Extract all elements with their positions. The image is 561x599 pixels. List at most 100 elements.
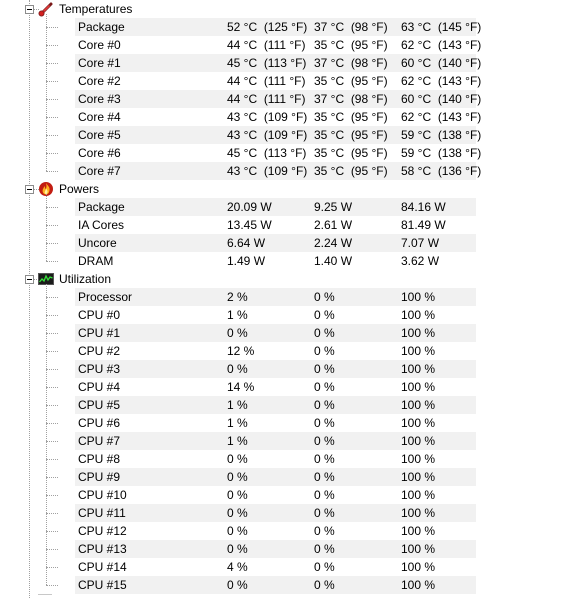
sensor-row[interactable]: Package 52 °C (125 °F) 37 °C (98 °F) 63 °C …	[0, 18, 561, 36]
sensor-value: 1.49 W	[227, 254, 266, 268]
sensor-max: 100 %	[401, 308, 436, 322]
sensor-row[interactable]: CPU #12 0 % 0 % 100 %	[0, 522, 561, 540]
sensor-min: 2.24 W	[314, 236, 353, 250]
sensor-row[interactable]: DRAM 1.49 W 1.40 W 3.62 W	[0, 252, 561, 270]
sensor-name: Core #1	[78, 56, 121, 70]
sensor-value: 1 %	[227, 416, 248, 430]
group-powers[interactable]: Powers	[0, 180, 561, 198]
sensor-row[interactable]: Processor 2 % 0 % 100 %	[0, 288, 561, 306]
tree-branch-line	[46, 477, 58, 478]
sensor-row[interactable]: IA Cores 13.45 W 2.61 W 81.49 W	[0, 216, 561, 234]
sensor-max: 100 %	[401, 452, 436, 466]
sensor-value: 44 °C (111 °F)	[227, 74, 306, 88]
sensor-row[interactable]: CPU #8 0 % 0 % 100 %	[0, 450, 561, 468]
sensor-min: 37 °C (98 °F)	[314, 56, 388, 70]
sensor-row[interactable]: CPU #15 0 % 0 % 100 %	[0, 576, 561, 594]
sensor-min: 0 %	[314, 488, 335, 502]
sensor-max: 84.16 W	[401, 200, 446, 214]
tree-branch-line	[46, 333, 58, 334]
sensor-row[interactable]: Core #4 43 °C (109 °F) 35 °C (95 °F) 62 °C …	[0, 108, 561, 126]
sensor-min: 35 °C (95 °F)	[314, 38, 388, 52]
sensor-row[interactable]: Core #6 45 °C (113 °F) 35 °C (95 °F) 59 °C …	[0, 144, 561, 162]
sensor-value: 14 %	[227, 380, 255, 394]
sensor-row[interactable]: CPU #4 14 % 0 % 100 %	[0, 378, 561, 396]
sensor-name: Uncore	[78, 236, 117, 250]
sensor-value: 0 %	[227, 362, 248, 376]
tree-branch-line	[46, 441, 58, 442]
sensor-row[interactable]: CPU #1 0 % 0 % 100 %	[0, 324, 561, 342]
tree-branch-line	[46, 387, 58, 388]
sensor-row[interactable]: Package 20.09 W 9.25 W 84.16 W	[0, 198, 561, 216]
sensor-row[interactable]: CPU #2 12 % 0 % 100 %	[0, 342, 561, 360]
tree-branch-line	[46, 495, 58, 496]
sensor-row[interactable]: CPU #14 4 % 0 % 100 %	[0, 558, 561, 576]
tree-branch-line	[46, 549, 58, 550]
collapse-toggle-icon[interactable]	[25, 5, 34, 14]
sensor-row[interactable]: CPU #9 0 % 0 % 100 %	[0, 468, 561, 486]
sensor-row[interactable]: Core #1 45 °C (113 °F) 37 °C (98 °F) 60 °C …	[0, 54, 561, 72]
sensor-min: 0 %	[314, 416, 335, 430]
sensor-name: Core #2	[78, 74, 121, 88]
sensor-row[interactable]: Core #3 44 °C (111 °F) 37 °C (98 °F) 60 °C …	[0, 90, 561, 108]
tree-branch-line	[46, 261, 58, 262]
sensor-max: 60 °C (140 °F)	[401, 56, 482, 70]
sensor-row[interactable]: CPU #0 1 % 0 % 100 %	[0, 306, 561, 324]
sensor-row[interactable]: CPU #3 0 % 0 % 100 %	[0, 360, 561, 378]
sensor-row[interactable]: CPU #6 1 % 0 % 100 %	[0, 414, 561, 432]
tree-branch-line	[46, 171, 58, 172]
sensor-value: 43 °C (109 °F)	[227, 110, 308, 124]
sensor-name: CPU #7	[78, 434, 121, 448]
sensor-row[interactable]: CPU #5 1 % 0 % 100 %	[0, 396, 561, 414]
sensor-min: 0 %	[314, 362, 335, 376]
sensor-value: 0 %	[227, 506, 248, 520]
sensor-row[interactable]: Core #0 44 °C (111 °F) 35 °C (95 °F) 62 °C …	[0, 36, 561, 54]
sensor-max: 100 %	[401, 560, 436, 574]
sensor-value: 0 %	[227, 452, 248, 466]
tree-branch-line	[46, 567, 58, 568]
sensor-name: CPU #6	[78, 416, 121, 430]
sensor-row[interactable]: CPU #10 0 % 0 % 100 %	[0, 486, 561, 504]
sensor-min: 0 %	[314, 542, 335, 556]
sensor-row[interactable]: Core #2 44 °C (111 °F) 35 °C (95 °F) 62 °C …	[0, 72, 561, 90]
sensor-row[interactable]: CPU #13 0 % 0 % 100 %	[0, 540, 561, 558]
sensor-max: 100 %	[401, 290, 436, 304]
sensor-row[interactable]: Core #7 43 °C (109 °F) 35 °C (95 °F) 58 °C …	[0, 162, 561, 180]
group-label: Powers	[59, 182, 100, 196]
collapse-toggle-icon[interactable]	[25, 275, 34, 284]
sensor-min: 0 %	[314, 452, 335, 466]
sensor-row[interactable]: CPU #11 0 % 0 % 100 %	[0, 504, 561, 522]
sensor-max: 3.62 W	[401, 254, 440, 268]
group-utilization[interactable]: Utilization	[0, 270, 561, 288]
sensor-value: 1 %	[227, 434, 248, 448]
tree-branch-line	[46, 45, 58, 46]
sensor-value: 4 %	[227, 560, 248, 574]
sensor-value: 45 °C (113 °F)	[227, 56, 307, 70]
sensor-name: IA Cores	[78, 218, 125, 232]
sensor-name: CPU #14	[78, 560, 127, 574]
sensor-name: Processor	[78, 290, 133, 304]
collapse-toggle-icon[interactable]	[25, 185, 34, 194]
sensor-min: 9.25 W	[314, 200, 353, 214]
sensor-name: CPU #5	[78, 398, 121, 412]
sensor-min: 0 %	[314, 524, 335, 538]
sensor-row[interactable]: Uncore 6.64 W 2.24 W 7.07 W	[0, 234, 561, 252]
sensor-name: CPU #13	[78, 542, 127, 556]
sensor-value: 0 %	[227, 326, 248, 340]
sensor-min: 0 %	[314, 308, 335, 322]
sensor-value: 6.64 W	[227, 236, 266, 250]
tree-branch-line	[46, 297, 58, 298]
sensor-row[interactable]: CPU #7 1 % 0 % 100 %	[0, 432, 561, 450]
sensor-name: CPU #15	[78, 578, 127, 592]
tree-branch-line	[46, 513, 58, 514]
sensor-name: CPU #10	[78, 488, 127, 502]
sensor-value: 0 %	[227, 470, 248, 484]
sensor-name: CPU #0	[78, 308, 121, 322]
tree-branch-line	[46, 63, 58, 64]
sensor-max: 100 %	[401, 470, 436, 484]
sensor-name: Core #4	[78, 110, 121, 124]
group-label: Temperatures	[59, 2, 133, 16]
sensor-max: 100 %	[401, 416, 436, 430]
sensor-tree: Temperatures Package 52 °C (125 °F) 37 °C (…	[0, 0, 561, 598]
group-temperatures[interactable]: Temperatures	[0, 0, 561, 18]
sensor-row[interactable]: Core #5 43 °C (109 °F) 35 °C (95 °F) 59 °C …	[0, 126, 561, 144]
